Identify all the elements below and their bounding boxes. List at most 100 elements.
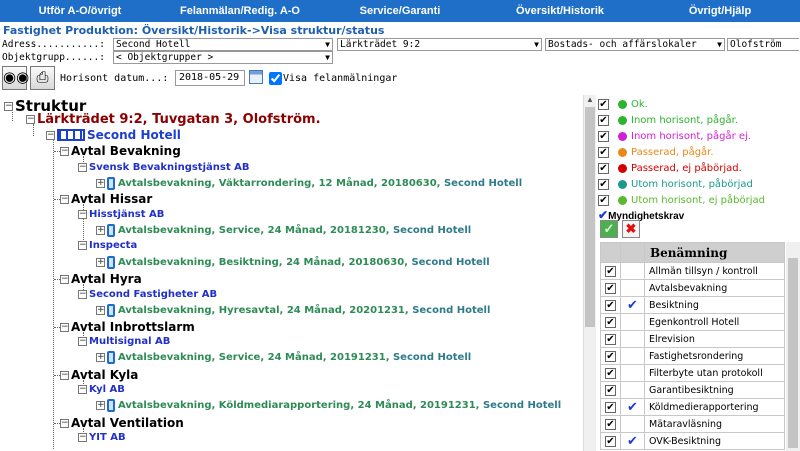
tree-supplier[interactable]: − Second Fastigheter AB (78, 289, 217, 300)
visa-felanmalningar-checkbox[interactable] (269, 72, 282, 85)
table-row[interactable]: ✔ Allmän tillsyn / kontroll (600, 262, 785, 280)
scroll-up-icon[interactable]: ▲ (584, 95, 596, 107)
legend-item[interactable]: ✔ Utom horisont, påbörjad (598, 176, 753, 192)
legend-item[interactable]: ✔ Inom horisont, pågår. (598, 112, 738, 128)
table-scrollbar[interactable] (786, 242, 800, 451)
tree-supplier[interactable]: − Svensk Bevakningstjänst AB (78, 162, 249, 173)
property-select[interactable]: Lärkträdet 9:2 ▼ (337, 38, 542, 51)
tree-building[interactable]: − Second Hotell (46, 128, 181, 142)
tree-leaf[interactable]: + Avtalsbevakning, Köldmediarapportering… (96, 399, 561, 412)
table-row[interactable]: ✔ Elrevision (600, 330, 785, 348)
legend-checkbox[interactable]: ✔ (598, 130, 609, 142)
tree-leaf[interactable]: + Avtalsbevakning, Service, 24 Månad, 20… (96, 224, 471, 237)
expand-icon[interactable]: + (96, 306, 105, 315)
datum-input[interactable]: 2018-05-29 (175, 70, 245, 86)
row-checkbox[interactable]: ✔ (605, 334, 616, 345)
legend-checkbox[interactable]: ✔ (598, 114, 609, 126)
tree-supplier[interactable]: − Inspecta (78, 240, 137, 251)
tree-group[interactable]: − Avtal Bevakning (60, 144, 181, 158)
tree-leaf[interactable]: + Avtalsbevakning, Väktarrondering, 12 M… (96, 177, 522, 190)
table-row[interactable]: ✔ ✔ OVK-Besiktning (600, 432, 785, 450)
tree-supplier[interactable]: − YIT AB (78, 432, 126, 443)
legend-item[interactable]: ✔ Inom horisont, pågår ej. (598, 128, 751, 144)
collapse-icon[interactable]: − (78, 163, 87, 172)
tree-leaf[interactable]: + Avtalsbevakning, Hyresavtal, 24 Månad,… (96, 304, 490, 317)
table-row[interactable]: ✔ Avtalsbevakning (600, 279, 785, 297)
row-checkbox[interactable]: ✔ (605, 317, 616, 328)
tree-group[interactable]: − Avtal Ventilation (60, 416, 184, 430)
nav-service[interactable]: Service/Garanti (320, 0, 480, 22)
legend-checkbox[interactable]: ✔ (598, 178, 609, 190)
table-row[interactable]: ✔ Filterbyte utan protokoll (600, 364, 785, 382)
tree-property[interactable]: − Lärkträdet 9:2, Tuvgatan 3, Olofström. (26, 112, 321, 127)
tree-supplier[interactable]: − Kyl AB (78, 384, 125, 395)
legend-checkbox[interactable]: ✔ (598, 162, 609, 174)
table-row[interactable]: ✔ ✔ Besiktning (600, 296, 785, 314)
tree-group[interactable]: − Avtal Hissar (60, 192, 152, 206)
row-checkbox[interactable]: ✔ (605, 283, 616, 294)
tree-leaf[interactable]: + Avtalsbevakning, Service, 24 Månad, 20… (96, 351, 471, 364)
collapse-icon[interactable]: − (26, 115, 35, 124)
collapse-icon[interactable]: − (78, 433, 87, 442)
tree-supplier[interactable]: − Multisignal AB (78, 336, 170, 347)
legend-item[interactable]: ✔ Utom horisont, ej påbörjad (598, 192, 765, 208)
legend-checkbox[interactable]: ✔ (598, 98, 609, 110)
legend-item[interactable]: ✔ Passerad, ej påbörjad. (598, 160, 742, 176)
nav-ovrigt[interactable]: Övrigt/Hjälp (640, 0, 800, 22)
row-checkbox[interactable]: ✔ (605, 419, 616, 430)
nav-oversikt[interactable]: Översikt/Historik (480, 0, 640, 22)
type-select[interactable]: Bostads- och affärslokaler ▼ (545, 38, 725, 51)
tree-scrollbar[interactable]: ▲ (583, 95, 596, 451)
row-checkbox[interactable]: ✔ (605, 402, 616, 413)
collapse-icon[interactable]: − (4, 101, 13, 111)
row-checkbox[interactable]: ✔ (605, 266, 616, 277)
legend-item[interactable]: ✔ Passerad, pågår. (598, 144, 714, 160)
tree-group[interactable]: − Avtal Kyla (60, 368, 138, 382)
nav-utfor[interactable]: Utför A-O/övrigt (0, 0, 160, 22)
nav-felanmalan[interactable]: Felanmälan/Redig. A-O (160, 0, 320, 22)
collapse-icon[interactable]: − (78, 385, 87, 394)
table-row[interactable]: ✔ Fastighetsrondering (600, 347, 785, 365)
row-checkbox[interactable]: ✔ (605, 385, 616, 396)
row-checkbox[interactable]: ✔ (605, 436, 616, 447)
collapse-icon[interactable]: − (46, 130, 55, 140)
row-checkbox[interactable]: ✔ (605, 300, 616, 311)
calendar-icon[interactable] (249, 70, 263, 84)
tree-supplier[interactable]: − Hisstjänst AB (78, 209, 164, 220)
legend-item[interactable]: ✔ Ok. (598, 96, 648, 112)
table-row[interactable]: ✔ Egenkontroll Hotell (600, 313, 785, 331)
expand-icon[interactable]: + (96, 353, 105, 362)
expand-icon[interactable]: + (96, 258, 105, 267)
table-row[interactable]: ✔ Mätaravläsning (600, 415, 785, 433)
tree-group[interactable]: − Avtal Inbrottslarm (60, 320, 195, 334)
scroll-thumb[interactable] (585, 107, 595, 327)
scroll-thumb[interactable] (788, 258, 798, 448)
deselect-all-button[interactable]: ✖ (622, 220, 640, 238)
expand-icon[interactable]: + (96, 226, 105, 235)
row-checkbox[interactable]: ✔ (605, 351, 616, 362)
collapse-icon[interactable]: − (60, 194, 69, 204)
collapse-icon[interactable]: − (60, 322, 69, 332)
tree-leaf[interactable]: + Avtalsbevakning, Besiktning, 24 Månad,… (96, 256, 490, 269)
collapse-icon[interactable]: − (60, 370, 69, 380)
expand-icon[interactable]: + (96, 179, 105, 188)
adress-select[interactable]: Second Hotell ▼ (113, 38, 333, 51)
binoculars-button[interactable]: ◉◉ (2, 66, 29, 90)
legend-checkbox[interactable]: ✔ (598, 146, 609, 158)
collapse-icon[interactable]: − (78, 290, 87, 299)
collapse-icon[interactable]: − (60, 418, 69, 428)
table-row[interactable]: ✔ Garantibesiktning (600, 381, 785, 399)
collapse-icon[interactable]: − (78, 210, 87, 219)
collapse-icon[interactable]: − (60, 146, 69, 156)
city-select[interactable]: Olofström (727, 38, 799, 51)
expand-icon[interactable]: + (96, 401, 105, 410)
collapse-icon[interactable]: − (78, 241, 87, 250)
table-row[interactable]: ✔ ✔ Köldmedierapportering (600, 398, 785, 416)
legend-checkbox[interactable]: ✔ (598, 194, 609, 206)
print-button[interactable]: ⎙ (30, 66, 55, 90)
objektgrupp-select[interactable]: < Objektgrupper > ▼ (113, 51, 333, 64)
tree-group[interactable]: − Avtal Hyra (60, 272, 142, 286)
collapse-icon[interactable]: − (60, 274, 69, 284)
select-all-button[interactable]: ✓ (600, 220, 618, 238)
collapse-icon[interactable]: − (78, 337, 87, 346)
